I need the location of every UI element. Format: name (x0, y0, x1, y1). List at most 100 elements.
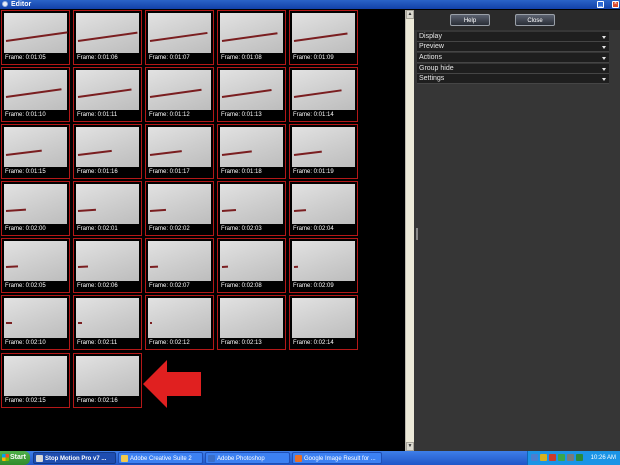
start-button[interactable]: Start (0, 451, 30, 465)
menu-actions[interactable]: Actions (417, 53, 609, 63)
close-window-button[interactable]: × (612, 1, 619, 8)
frame-thumbnail[interactable]: Frame: 0:02:09 (289, 238, 358, 293)
frame-label: Frame: 0:01:12 (149, 112, 190, 118)
grid-vertical-scrollbar[interactable]: ▲ ▼ (405, 10, 414, 451)
frame-image (76, 70, 139, 110)
stick-object (149, 88, 202, 98)
frame-image (4, 70, 67, 110)
frame-thumbnail[interactable]: Frame: 0:02:02 (145, 181, 214, 236)
frame-label: Frame: 0:02:16 (77, 398, 118, 404)
minimize-button[interactable]: _ (597, 1, 604, 8)
help-button[interactable]: Help (450, 14, 490, 26)
arrow-shape (143, 360, 201, 408)
frame-thumbnail[interactable]: Frame: 0:01:10 (1, 67, 70, 122)
frame-thumbnail[interactable]: Frame: 0:02:01 (73, 181, 142, 236)
frame-thumbnail[interactable]: Frame: 0:01:18 (217, 124, 286, 179)
close-button[interactable]: Close (515, 14, 555, 26)
frame-thumbnail[interactable]: Frame: 0:01:12 (145, 67, 214, 122)
warning-icon[interactable] (540, 454, 547, 461)
task-stop-motion-pro[interactable]: Stop Motion Pro v7 ... (33, 452, 116, 464)
task-adobe-creative-suite[interactable]: Adobe Creative Suite 2 (118, 452, 203, 464)
windows-logo-icon (2, 454, 9, 461)
frame-thumbnail[interactable]: Frame: 0:01:11 (73, 67, 142, 122)
frame-thumbnail[interactable]: Frame: 0:02:04 (289, 181, 358, 236)
frame-label: Frame: 0:01:19 (293, 169, 334, 175)
frame-label: Frame: 0:01:11 (77, 112, 118, 118)
frame-label: Frame: 0:02:06 (77, 283, 118, 289)
frame-thumbnail[interactable]: Frame: 0:02:07 (145, 238, 214, 293)
frame-image (76, 356, 139, 396)
frame-image (76, 13, 139, 53)
stick-object (221, 150, 252, 156)
frame-thumbnail[interactable]: Frame: 0:02:06 (73, 238, 142, 293)
stick-object (77, 265, 89, 268)
update-icon[interactable] (576, 454, 583, 461)
menu-label: Preview (419, 43, 444, 50)
frame-thumbnail[interactable]: Frame: 0:01:06 (73, 10, 142, 65)
frame-thumbnail[interactable]: Frame: 0:01:08 (217, 10, 286, 65)
frame-image (76, 298, 139, 338)
frame-thumbnail[interactable]: Frame: 0:02:13 (217, 295, 286, 350)
window-title: Editor (11, 1, 32, 8)
frame-thumbnail[interactable]: Frame: 0:01:09 (289, 10, 358, 65)
frame-thumbnail[interactable]: Frame: 0:01:07 (145, 10, 214, 65)
stick-object (293, 209, 307, 212)
frame-thumbnail[interactable]: Frame: 0:01:17 (145, 124, 214, 179)
menu-label: Actions (419, 54, 442, 61)
frame-label: Frame: 0:02:08 (221, 283, 262, 289)
frame-image (4, 298, 67, 338)
frame-thumbnail[interactable]: Frame: 0:01:15 (1, 124, 70, 179)
frame-thumbnail[interactable]: Frame: 0:01:16 (73, 124, 142, 179)
menu-preview[interactable]: Preview (417, 42, 609, 52)
frame-thumbnail[interactable]: Frame: 0:01:14 (289, 67, 358, 122)
frame-label: Frame: 0:01:13 (221, 112, 262, 118)
start-label: Start (10, 454, 26, 461)
panel-resize-grip[interactable] (416, 228, 418, 240)
task-adobe-photoshop[interactable]: Adobe Photoshop (205, 452, 290, 464)
frame-label: Frame: 0:02:09 (293, 283, 334, 289)
frame-image (4, 184, 67, 224)
frame-image (148, 127, 211, 167)
messenger-icon[interactable] (558, 454, 565, 461)
frame-thumbnail[interactable]: Frame: 0:02:16 (73, 353, 142, 408)
scroll-down-icon[interactable]: ▼ (406, 442, 414, 451)
frame-label: Frame: 0:01:05 (5, 55, 46, 61)
frame-thumbnail[interactable]: Frame: 0:02:14 (289, 295, 358, 350)
frame-thumbnail[interactable]: Frame: 0:01:13 (217, 67, 286, 122)
frame-label: Frame: 0:02:02 (149, 226, 190, 232)
frame-thumbnail[interactable]: Frame: 0:01:19 (289, 124, 358, 179)
stick-object (5, 31, 68, 42)
menu-settings[interactable]: Settings (417, 74, 609, 84)
network-icon[interactable] (531, 454, 538, 461)
scroll-up-icon[interactable]: ▲ (406, 10, 414, 19)
stick-object (221, 89, 272, 98)
frame-thumbnail[interactable]: Frame: 0:02:08 (217, 238, 286, 293)
menu-group-hide[interactable]: Group hide (417, 64, 609, 74)
frame-label: Frame: 0:01:08 (221, 55, 262, 61)
frame-image (220, 127, 283, 167)
frame-thumbnail[interactable]: Frame: 0:02:00 (1, 181, 70, 236)
frame-thumbnail[interactable]: Frame: 0:02:10 (1, 295, 70, 350)
stick-object (293, 150, 322, 156)
frame-thumbnail[interactable]: Frame: 0:02:05 (1, 238, 70, 293)
frame-thumbnail[interactable]: Frame: 0:01:05 (1, 10, 70, 65)
frame-thumbnail[interactable]: Frame: 0:02:12 (145, 295, 214, 350)
menu-display[interactable]: Display (417, 32, 609, 42)
frame-thumbnail[interactable]: Frame: 0:02:11 (73, 295, 142, 350)
frame-image (76, 127, 139, 167)
clock: 10:26 AM (590, 455, 616, 461)
volume-icon[interactable] (567, 454, 574, 461)
frame-image (292, 13, 355, 53)
task-label: Adobe Photoshop (217, 456, 265, 462)
frame-image (4, 127, 67, 167)
frame-label: Frame: 0:02:04 (293, 226, 334, 232)
frame-label: Frame: 0:01:09 (293, 55, 334, 61)
security-shield-icon[interactable] (549, 454, 556, 461)
frame-thumbnail[interactable]: Frame: 0:02:03 (217, 181, 286, 236)
task-google-image-result[interactable]: Google Image Result for ... (292, 452, 382, 464)
frame-image (292, 298, 355, 338)
stick-object (293, 265, 299, 268)
frame-image (220, 70, 283, 110)
frame-thumbnail[interactable]: Frame: 0:02:15 (1, 353, 70, 408)
stick-object (78, 322, 82, 324)
